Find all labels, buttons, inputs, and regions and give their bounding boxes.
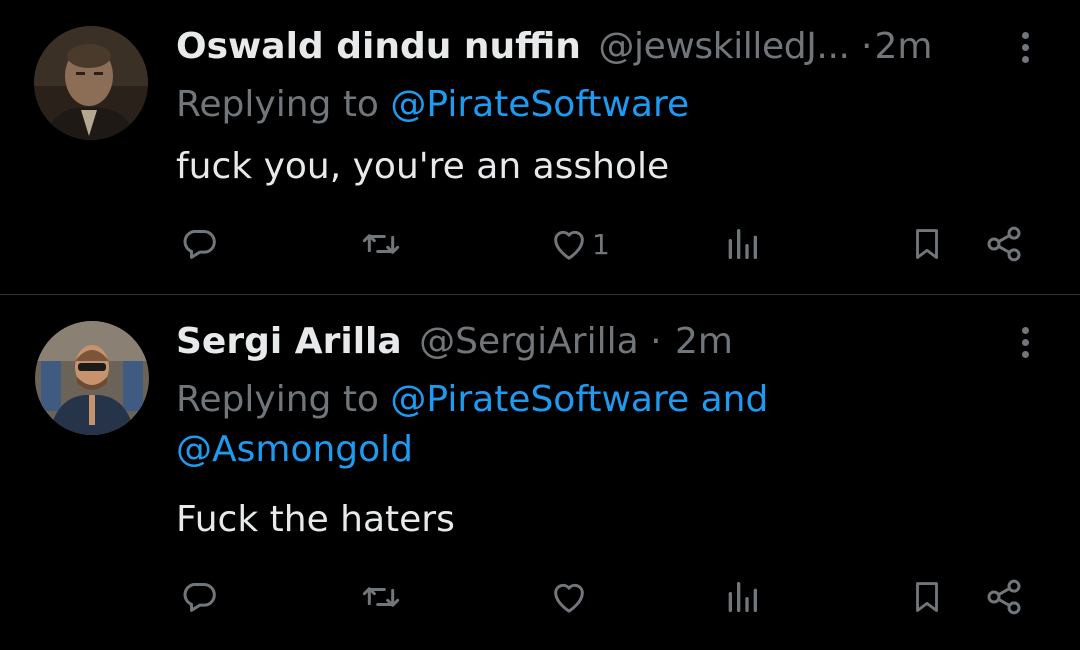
- views-button[interactable]: [722, 222, 762, 266]
- retweet-button[interactable]: [358, 575, 404, 619]
- like-button[interactable]: [548, 575, 592, 619]
- like-button[interactable]: 1: [548, 222, 610, 266]
- retweet-icon: [362, 587, 400, 607]
- tweet-text: fuck you, you're an asshole: [176, 146, 670, 187]
- tweet[interactable]: Oswald dindu nuffin @jewskilledJ... ·2m …: [0, 0, 1080, 295]
- timestamp[interactable]: 2m: [874, 26, 932, 67]
- more-icon[interactable]: [1018, 327, 1032, 363]
- reply-button[interactable]: [178, 222, 220, 266]
- reply-icon: [183, 230, 216, 259]
- display-name[interactable]: Sergi Arilla: [176, 321, 402, 362]
- bookmark-icon: [916, 582, 938, 612]
- tweet-text: Fuck the haters: [176, 499, 455, 540]
- bookmark-icon: [916, 229, 938, 259]
- views-icon: [728, 229, 757, 259]
- timestamp[interactable]: 2m: [675, 321, 733, 362]
- replying-to: Replying to @PirateSoftware: [176, 80, 956, 130]
- avatar[interactable]: [34, 26, 148, 140]
- replying-prefix: Replying to: [176, 84, 391, 125]
- tweet[interactable]: Sergi Arilla @SergiArilla · 2m Replying …: [0, 295, 1080, 650]
- mention-link[interactable]: @Asmongold: [176, 429, 413, 470]
- reply-button[interactable]: [178, 575, 220, 619]
- share-button[interactable]: [984, 575, 1024, 619]
- more-icon[interactable]: [1018, 32, 1032, 68]
- action-bar: 1: [0, 222, 1080, 266]
- replying-prefix: Replying to: [176, 379, 391, 420]
- share-button[interactable]: [984, 222, 1024, 266]
- bookmark-button[interactable]: [908, 575, 946, 619]
- like-icon: [554, 583, 584, 613]
- tweet-header: Sergi Arilla @SergiArilla · 2m: [176, 317, 733, 367]
- user-handle[interactable]: @SergiArilla: [419, 321, 639, 362]
- mention-link[interactable]: @PirateSoftware and: [390, 379, 768, 420]
- separator: ·: [650, 321, 662, 362]
- separator: ·: [861, 26, 873, 67]
- like-icon: [554, 230, 584, 260]
- views-icon: [728, 582, 757, 612]
- display-name[interactable]: Oswald dindu nuffin: [176, 26, 581, 67]
- avatar[interactable]: [35, 321, 149, 435]
- share-icon: [987, 579, 1021, 615]
- share-icon: [987, 226, 1021, 262]
- mention-link[interactable]: @PirateSoftware: [390, 84, 689, 125]
- like-count: 1: [592, 227, 610, 261]
- action-bar: [0, 575, 1080, 619]
- retweet-icon: [362, 234, 400, 254]
- replying-to: Replying to @PirateSoftware and @Asmongo…: [176, 375, 956, 475]
- reply-icon: [183, 583, 216, 612]
- bookmark-button[interactable]: [908, 222, 946, 266]
- tweet-header: Oswald dindu nuffin @jewskilledJ... ·2m: [176, 22, 932, 72]
- user-handle[interactable]: @jewskilledJ...: [598, 26, 850, 67]
- retweet-button[interactable]: [358, 222, 404, 266]
- views-button[interactable]: [722, 575, 762, 619]
